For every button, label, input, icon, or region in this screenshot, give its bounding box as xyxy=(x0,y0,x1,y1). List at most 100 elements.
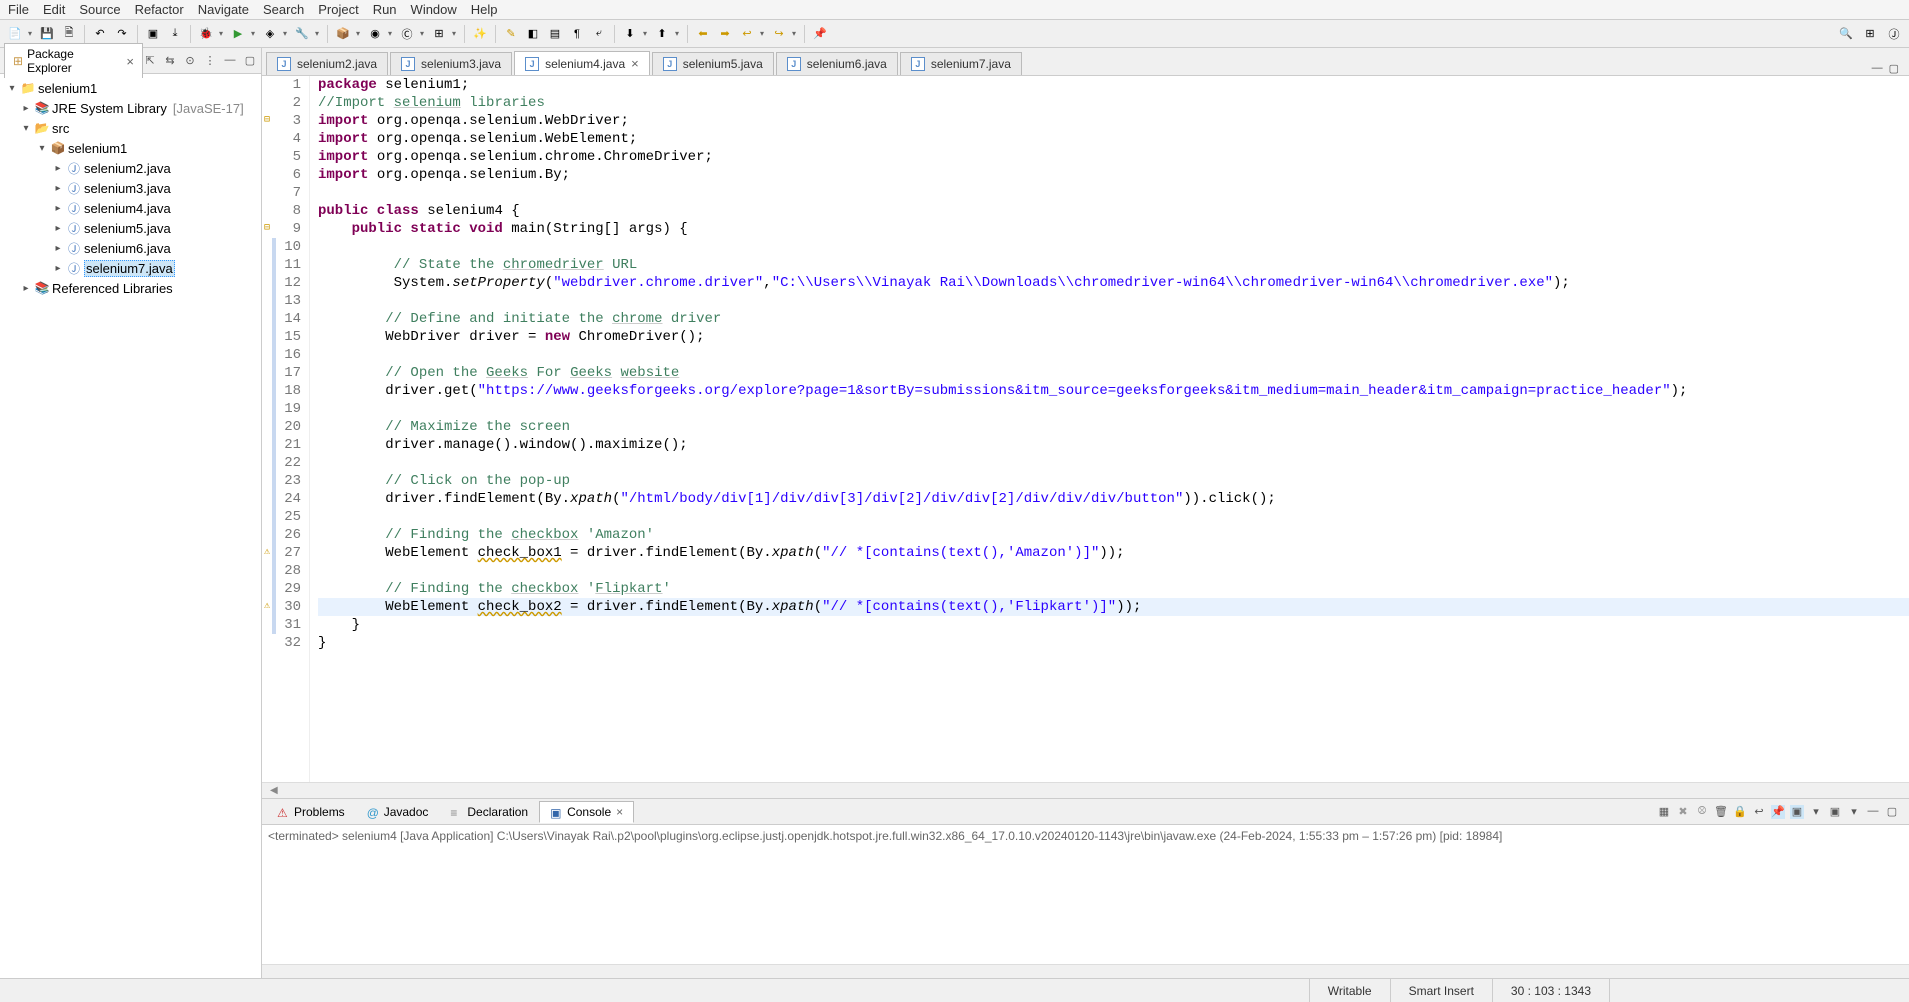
remove-launch-icon[interactable]: ✖ xyxy=(1676,805,1690,819)
tree-file[interactable]: ▸ Ⓙ selenium3.java xyxy=(2,178,259,198)
project-tree[interactable]: ▾ 📁 selenium1 ▸ 📚 JRE System Library [Ja… xyxy=(0,74,261,978)
maximize-icon[interactable]: ▢ xyxy=(1889,62,1899,75)
link-editor-icon[interactable]: ⇆ xyxy=(163,54,177,68)
tab-selenium7[interactable]: J selenium7.java xyxy=(900,52,1022,75)
menu-run[interactable]: Run xyxy=(373,2,397,17)
run-icon[interactable]: ▶ xyxy=(229,25,247,43)
forward-history-icon[interactable]: ↪ xyxy=(770,25,788,43)
collapse-all-icon[interactable]: ⇱ xyxy=(143,54,157,68)
clear-console-icon[interactable]: 🗑 xyxy=(1714,805,1728,819)
next-annotation-icon[interactable]: ⬇ xyxy=(621,25,639,43)
dropdown-icon[interactable]: ▾ xyxy=(315,29,321,38)
menu-edit[interactable]: Edit xyxy=(43,2,65,17)
menu-refactor[interactable]: Refactor xyxy=(135,2,184,17)
terminal-icon[interactable]: ▣ xyxy=(144,25,162,43)
tab-selenium3[interactable]: J selenium3.java xyxy=(390,52,512,75)
prev-annotation-icon[interactable]: ⬆ xyxy=(653,25,671,43)
new-type-icon[interactable]: ◉ xyxy=(366,25,384,43)
forward-icon[interactable]: ➡ xyxy=(716,25,734,43)
dropdown-icon[interactable]: ▾ xyxy=(283,29,289,38)
dropdown-icon[interactable]: ▾ xyxy=(675,29,681,38)
minimize-icon[interactable]: — xyxy=(223,54,237,68)
close-icon[interactable]: × xyxy=(126,54,134,69)
code-editor[interactable]: ⊟⊟⚠⚠ 12345678910111213141516171819202122… xyxy=(262,76,1909,782)
word-wrap-icon[interactable]: ⤶ xyxy=(590,25,608,43)
dropdown-icon[interactable]: ▾ xyxy=(251,29,257,38)
show-whitespace-icon[interactable]: ¶ xyxy=(568,25,586,43)
console-scrollbar[interactable] xyxy=(262,964,1909,978)
tab-declaration[interactable]: ≡ Declaration xyxy=(439,801,539,823)
twisty-closed-icon[interactable]: ▸ xyxy=(52,243,64,254)
tree-jre[interactable]: ▸ 📚 JRE System Library [JavaSE-17] xyxy=(2,98,259,118)
open-perspective-icon[interactable]: ⊞ xyxy=(1861,25,1879,43)
twisty-closed-icon[interactable]: ▸ xyxy=(52,223,64,234)
tab-selenium6[interactable]: J selenium6.java xyxy=(776,52,898,75)
coverage-icon[interactable]: ◈ xyxy=(261,25,279,43)
skip-icon[interactable]: ⤓ xyxy=(166,25,184,43)
menu-search[interactable]: Search xyxy=(263,2,304,17)
save-all-icon[interactable]: 🗎 xyxy=(60,25,78,43)
menu-file[interactable]: File xyxy=(8,2,29,17)
undo-icon[interactable]: ↶ xyxy=(91,25,109,43)
new-package-icon[interactable]: 📦 xyxy=(334,25,352,43)
twisty-closed-icon[interactable]: ▸ xyxy=(52,163,64,174)
tree-referenced-libs[interactable]: ▸ 📚 Referenced Libraries xyxy=(2,278,259,298)
twisty-closed-icon[interactable]: ▸ xyxy=(52,203,64,214)
back-icon[interactable]: ⬅ xyxy=(694,25,712,43)
tree-project[interactable]: ▾ 📁 selenium1 xyxy=(2,78,259,98)
dropdown-icon[interactable]: ▾ xyxy=(420,29,426,38)
twisty-closed-icon[interactable]: ▸ xyxy=(20,283,32,294)
wizard-icon[interactable]: ✨ xyxy=(471,25,489,43)
menu-window[interactable]: Window xyxy=(411,2,457,17)
pin-console-icon[interactable]: 📌 xyxy=(1771,805,1785,819)
open-type-icon[interactable]: ⊞ xyxy=(430,25,448,43)
highlight-icon[interactable]: ✎ xyxy=(502,25,520,43)
maximize-icon[interactable]: ▢ xyxy=(1885,805,1899,819)
menu-help[interactable]: Help xyxy=(471,2,498,17)
dropdown-icon[interactable]: ▾ xyxy=(28,29,34,38)
code-content[interactable]: package selenium1;//Import selenium libr… xyxy=(310,76,1909,782)
close-icon[interactable]: × xyxy=(616,805,623,819)
minimize-icon[interactable]: — xyxy=(1866,805,1880,819)
close-icon[interactable]: × xyxy=(631,56,639,71)
dropdown-icon[interactable]: ▾ xyxy=(219,29,225,38)
open-console-icon[interactable]: ▾ xyxy=(1809,805,1823,819)
toggle-mark-icon[interactable]: ◧ xyxy=(524,25,542,43)
redo-icon[interactable]: ↷ xyxy=(113,25,131,43)
external-tools-icon[interactable]: 🔧 xyxy=(293,25,311,43)
explorer-tab[interactable]: ⊞ Package Explorer × xyxy=(4,43,143,78)
dropdown-icon[interactable]: ▾ xyxy=(356,29,362,38)
focus-icon[interactable]: ⊙ xyxy=(183,54,197,68)
tab-problems[interactable]: ⚠ Problems xyxy=(266,801,356,823)
save-icon[interactable]: 💾 xyxy=(38,25,56,43)
tree-file[interactable]: ▸ Ⓙ selenium6.java xyxy=(2,238,259,258)
tree-src[interactable]: ▾ 📂 src xyxy=(2,118,259,138)
dropdown-icon[interactable]: ▾ xyxy=(792,29,798,38)
tree-file[interactable]: ▸ Ⓙ selenium2.java xyxy=(2,158,259,178)
tree-file[interactable]: ▸ Ⓙ selenium5.java xyxy=(2,218,259,238)
console-btn-icon[interactable]: ▦ xyxy=(1657,805,1671,819)
tree-package[interactable]: ▾ 📦 selenium1 xyxy=(2,138,259,158)
twisty-closed-icon[interactable]: ▸ xyxy=(20,103,32,114)
view-menu-icon[interactable]: ⋮ xyxy=(203,54,217,68)
pin-icon[interactable]: 📌 xyxy=(811,25,829,43)
editor-scrollbar[interactable]: ◀ xyxy=(262,782,1909,798)
search-icon[interactable]: 🔍 xyxy=(1837,25,1855,43)
display-icon[interactable]: ▣ xyxy=(1790,805,1804,819)
maximize-icon[interactable]: ▢ xyxy=(243,54,257,68)
tab-console[interactable]: ▣ Console × xyxy=(539,801,634,823)
twisty-open-icon[interactable]: ▾ xyxy=(36,143,48,154)
tree-file[interactable]: ▸ Ⓙ selenium4.java xyxy=(2,198,259,218)
last-edit-icon[interactable]: ↩ xyxy=(738,25,756,43)
menu-project[interactable]: Project xyxy=(318,2,358,17)
twisty-closed-icon[interactable]: ▸ xyxy=(52,263,64,274)
twisty-closed-icon[interactable]: ▸ xyxy=(52,183,64,194)
dropdown-icon[interactable]: ▾ xyxy=(388,29,394,38)
dropdown-icon[interactable]: ▾ xyxy=(643,29,649,38)
tab-selenium5[interactable]: J selenium5.java xyxy=(652,52,774,75)
menu-navigate[interactable]: Navigate xyxy=(198,2,249,17)
new-class-icon[interactable]: Ⓒ xyxy=(398,25,416,43)
tab-javadoc[interactable]: @ Javadoc xyxy=(356,801,440,823)
menu-source[interactable]: Source xyxy=(79,2,120,17)
dropdown-icon[interactable]: ▾ xyxy=(452,29,458,38)
